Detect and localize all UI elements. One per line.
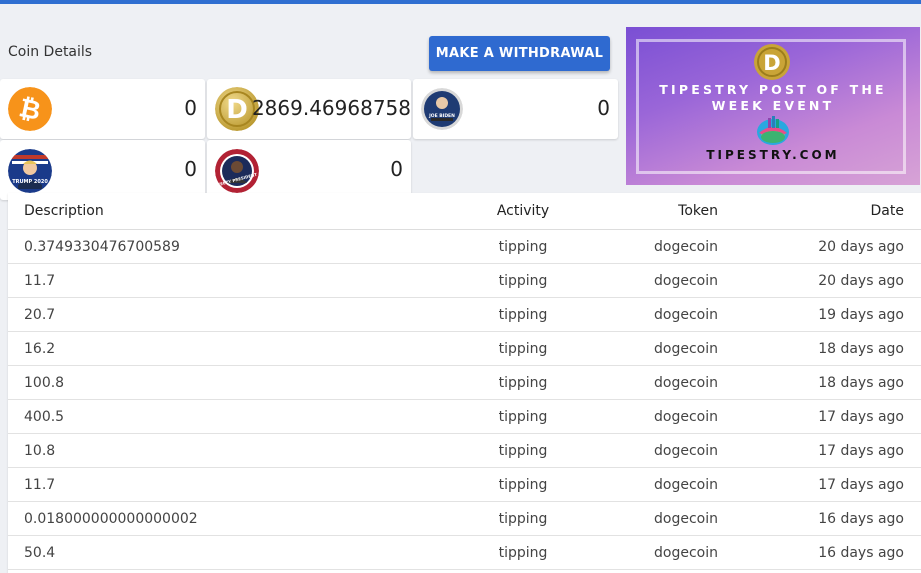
cell-token: dogecoin <box>582 501 718 536</box>
coin-amount: 2869.46968758 <box>251 96 411 120</box>
trump-logo-text: TRUMP 2020 <box>12 179 48 185</box>
cell-description: 11.7 <box>8 467 464 502</box>
make-withdrawal-button[interactable]: MAKE A WITHDRAWAL <box>429 36 610 71</box>
coin-card-joe-biden[interactable]: JOE BIDEN 0 <box>413 79 618 139</box>
cell-description: 0.018000000000000002 <box>8 501 464 536</box>
cell-description: 100.8 <box>8 365 464 400</box>
table-header-row: Description Activity Token Date <box>8 193 921 230</box>
cell-token: dogecoin <box>582 297 718 332</box>
coin-card-trump[interactable]: TRUMP 2020 0 <box>0 140 205 200</box>
cell-date: 17 days ago <box>718 467 921 502</box>
cell-token: dogecoin <box>582 331 718 366</box>
cell-token: dogecoin <box>582 365 718 400</box>
svg-text:D: D <box>226 95 248 125</box>
cell-description: 0.3749330476700589 <box>8 229 464 264</box>
cell-activity: tipping <box>464 229 582 264</box>
tipestry-logo-icon <box>756 116 790 146</box>
cell-activity: tipping <box>464 535 582 570</box>
cell-token: dogecoin <box>582 467 718 502</box>
coin-amount: 0 <box>597 96 610 120</box>
cell-date: 16 days ago <box>718 535 921 570</box>
coin-amount: 0 <box>184 96 197 120</box>
cell-token: dogecoin <box>582 229 718 264</box>
cell-activity: tipping <box>464 501 582 536</box>
trump-coin-icon: TRUMP 2020 <box>8 149 52 193</box>
cell-description: 10.8 <box>8 433 464 468</box>
cell-token: dogecoin <box>582 399 718 434</box>
cell-description: 50.4 <box>8 535 464 570</box>
biden-logo-text: JOE BIDEN <box>428 113 455 119</box>
cell-activity: tipping <box>464 467 582 502</box>
bitcoin-icon: ₿ <box>8 87 52 131</box>
cell-date: 20 days ago <box>718 229 921 264</box>
coin-card-bitcoin[interactable]: ₿ 0 <box>0 79 205 139</box>
cell-token: dogecoin <box>582 263 718 298</box>
cell-date: 17 days ago <box>718 433 921 468</box>
banner-url: TIPESTRY.COM <box>706 148 840 162</box>
cell-activity: tipping <box>464 365 582 400</box>
column-header-token[interactable]: Token <box>582 193 718 230</box>
table-row[interactable]: 16.2 tipping dogecoin 18 days ago <box>8 331 921 366</box>
table-row[interactable]: 0.018000000000000002 tipping dogecoin 16… <box>8 501 921 536</box>
coin-amount: 0 <box>390 157 403 181</box>
cell-description: 11.7 <box>8 263 464 298</box>
table-row[interactable]: 400.5 tipping dogecoin 17 days ago <box>8 399 921 434</box>
table-row[interactable]: 0.3749330476700589 tipping dogecoin 20 d… <box>8 229 921 264</box>
cell-description: 16.2 <box>8 331 464 366</box>
yeezy-president-coin-icon: YEEZY PRESIDENT <box>215 149 259 193</box>
top-accent-bar <box>0 0 921 4</box>
table-row[interactable]: 11.7 tipping dogecoin 20 days ago <box>8 263 921 298</box>
coin-amount: 0 <box>184 157 197 181</box>
banner-title-line-1: TIPESTRY POST OF THE <box>659 82 887 97</box>
page-title: Coin Details <box>8 44 93 60</box>
dogecoin-icon: D <box>754 44 790 80</box>
coin-card-kanye[interactable]: YEEZY PRESIDENT 0 <box>207 140 411 200</box>
joe-biden-coin-icon: JOE BIDEN <box>421 88 463 130</box>
coin-card-dogecoin[interactable]: D 2869.46968758 <box>207 79 411 139</box>
cell-date: 18 days ago <box>718 331 921 366</box>
cell-date: 18 days ago <box>718 365 921 400</box>
cell-description: 400.5 <box>8 399 464 434</box>
column-header-date[interactable]: Date <box>718 193 921 230</box>
cell-activity: tipping <box>464 433 582 468</box>
column-header-activity[interactable]: Activity <box>464 193 582 230</box>
cell-date: 19 days ago <box>718 297 921 332</box>
table-row[interactable]: 50.4 tipping dogecoin 16 days ago <box>8 535 921 570</box>
table-row[interactable]: 10.8 tipping dogecoin 17 days ago <box>8 433 921 468</box>
table-row[interactable]: 11.7 tipping dogecoin 17 days ago <box>8 467 921 502</box>
cell-token: dogecoin <box>582 535 718 570</box>
cell-token: dogecoin <box>582 433 718 468</box>
tipestry-event-banner[interactable]: D TIPESTRY POST OF THE WEEK EVENT TIPEST… <box>626 27 920 185</box>
cell-date: 20 days ago <box>718 263 921 298</box>
svg-text:D: D <box>763 51 780 75</box>
cell-date: 16 days ago <box>718 501 921 536</box>
column-header-description[interactable]: Description <box>8 193 464 230</box>
cell-activity: tipping <box>464 263 582 298</box>
cell-date: 17 days ago <box>718 399 921 434</box>
cell-activity: tipping <box>464 297 582 332</box>
transactions-table: Description Activity Token Date 0.374933… <box>8 193 921 573</box>
cell-activity: tipping <box>464 399 582 434</box>
cell-activity: tipping <box>464 331 582 366</box>
cell-description: 20.7 <box>8 297 464 332</box>
table-row[interactable]: 100.8 tipping dogecoin 18 days ago <box>8 365 921 400</box>
table-row[interactable]: 20.7 tipping dogecoin 19 days ago <box>8 297 921 332</box>
banner-title-line-2: WEEK EVENT <box>711 98 835 113</box>
banner-title: TIPESTRY POST OF THE WEEK EVENT <box>626 82 920 114</box>
